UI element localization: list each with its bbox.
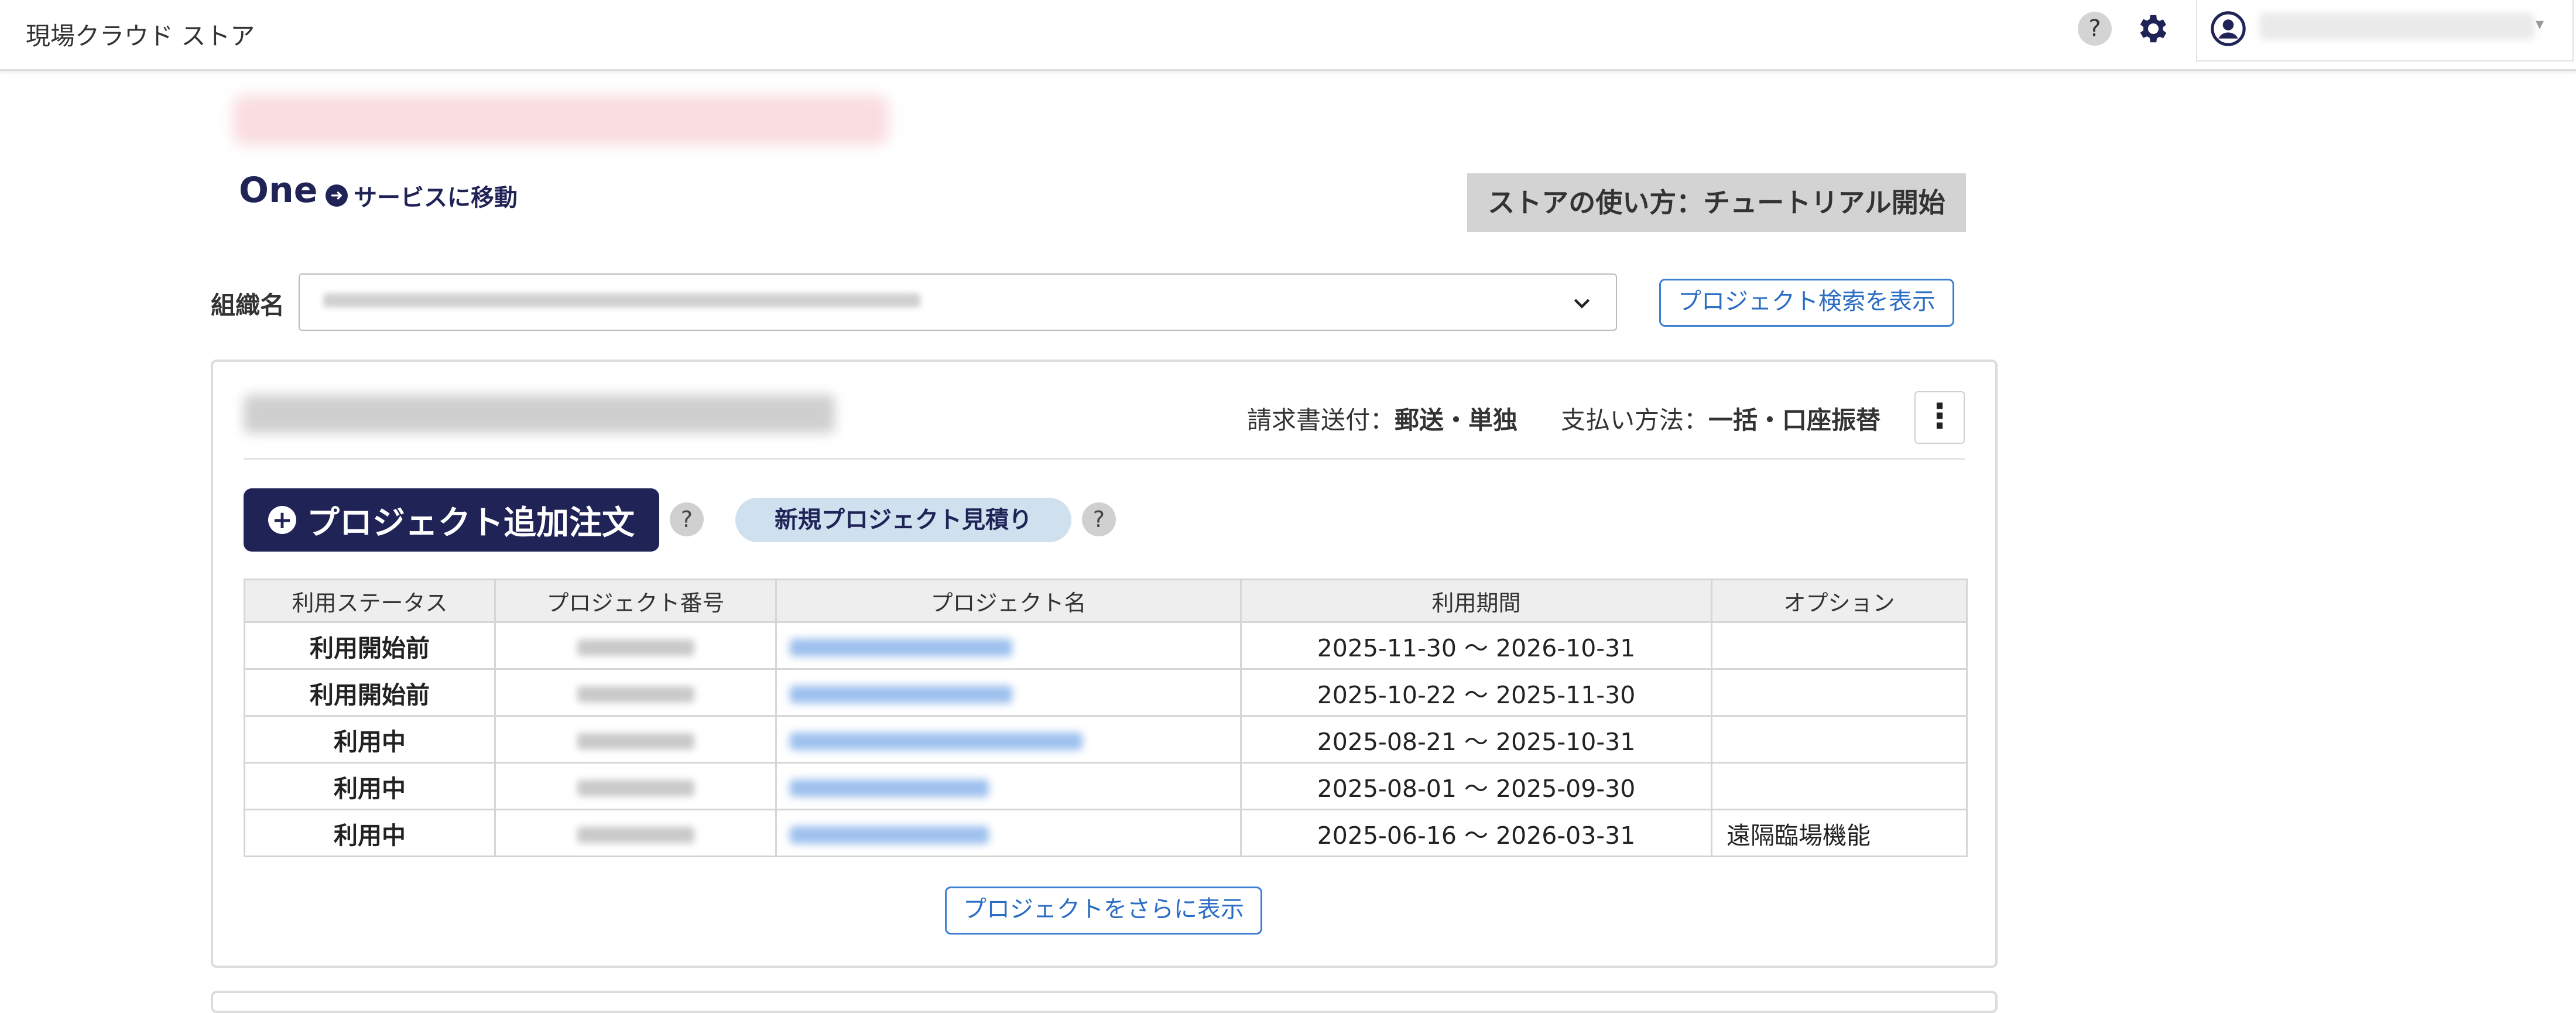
gear-icon[interactable] <box>2135 11 2171 47</box>
status-cell: 利用中 <box>244 762 496 810</box>
redacted-link <box>790 826 989 844</box>
column-header-option: オプション <box>1711 579 1968 623</box>
project-name-link[interactable] <box>775 715 1242 764</box>
option-cell <box>1711 668 1968 717</box>
redacted-link <box>790 732 1083 750</box>
org-select[interactable] <box>299 273 1617 331</box>
option-cell <box>1711 762 1968 810</box>
project-number-redacted <box>494 762 777 810</box>
card-title-redacted <box>244 395 835 433</box>
period-cell: 2025-06-16 〜 2026-03-31 <box>1240 809 1712 857</box>
period-cell: 2025-08-01 〜 2025-09-30 <box>1240 762 1712 810</box>
table-row: 利用中 2025-06-16 〜 2026-03-31 遠隔臨場機能 <box>244 809 1968 857</box>
help-icon[interactable]: ? <box>2078 12 2112 46</box>
add-project-order-button[interactable]: + プロジェクト追加注文 <box>244 488 659 552</box>
redacted-value <box>577 686 694 703</box>
next-organization-card <box>211 991 1998 1013</box>
project-search-button[interactable]: プロジェクト検索を表示 <box>1659 279 1954 327</box>
chevron-down-icon: ▾ <box>2536 14 2544 33</box>
period-cell: 2025-08-21 〜 2025-10-31 <box>1240 715 1712 764</box>
service-title: One <box>239 170 318 211</box>
redacted-value <box>577 779 694 796</box>
column-header-project-name: プロジェクト名 <box>775 579 1242 623</box>
table-header-row: 利用ステータス プロジェクト番号 プロジェクト名 利用期間 オプション <box>244 579 1968 623</box>
add-project-order-label: プロジェクト追加注文 <box>307 504 635 542</box>
redacted-value <box>577 733 694 750</box>
payment-info: 支払い方法：一括・口座振替 <box>1561 401 1880 436</box>
project-number-redacted <box>494 668 777 717</box>
redacted-link <box>790 779 989 797</box>
billing-info: 請求書送付：郵送・単独 <box>1247 401 1517 436</box>
column-header-status: 利用ステータス <box>244 579 496 623</box>
project-name-link[interactable] <box>775 762 1242 810</box>
divider <box>244 458 1965 460</box>
arrow-right-circle-icon: ➜ <box>326 184 348 207</box>
billing-label: 請求書送付： <box>1247 406 1395 434</box>
billing-value: 郵送・単独 <box>1395 406 1518 434</box>
table-row: 利用中 2025-08-01 〜 2025-09-30 <box>244 762 1968 810</box>
project-number-redacted <box>494 809 777 857</box>
more-options-button[interactable]: ⋮ <box>1914 391 1965 444</box>
show-more-projects-button[interactable]: プロジェクトをさらに表示 <box>945 887 1262 935</box>
table-row: 利用開始前 2025-10-22 〜 2025-11-30 <box>244 668 1968 717</box>
new-project-estimate-button[interactable]: 新規プロジェクト見積り <box>735 498 1071 542</box>
top-bar: 現場クラウド ストア ? ▾ <box>0 0 2576 71</box>
tutorial-start-button[interactable]: ストアの使い方：チュートリアル開始 <box>1467 173 1966 232</box>
table-row: 利用開始前 2025-11-30 〜 2026-10-31 <box>244 621 1968 670</box>
org-label: 組織名 <box>211 291 285 320</box>
status-cell: 利用中 <box>244 715 496 764</box>
alert-message-redacted <box>233 95 889 145</box>
status-cell: 利用開始前 <box>244 668 496 717</box>
option-cell: 遠隔臨場機能 <box>1711 809 1968 857</box>
kebab-icon: ⋮ <box>1923 396 1957 436</box>
user-name-redacted <box>2259 13 2534 40</box>
organization-card: 請求書送付：郵送・単独 支払い方法：一括・口座振替 ⋮ + プロジェクト追加注文… <box>211 360 1998 968</box>
period-cell: 2025-11-30 〜 2026-10-31 <box>1240 621 1712 670</box>
table-row: 利用中 2025-08-21 〜 2025-10-31 <box>244 715 1968 764</box>
go-to-service-link[interactable]: ➜ サービスに移動 <box>326 179 518 213</box>
project-name-link[interactable] <box>775 668 1242 717</box>
plus-circle-icon: + <box>268 506 296 534</box>
period-cell: 2025-10-22 〜 2025-11-30 <box>1240 668 1712 717</box>
project-table: 利用ステータス プロジェクト番号 プロジェクト名 利用期間 オプション 利用開始… <box>244 579 1968 857</box>
payment-label: 支払い方法： <box>1561 406 1709 434</box>
column-header-project-number: プロジェクト番号 <box>494 579 777 623</box>
project-number-redacted <box>494 621 777 670</box>
user-menu[interactable]: ▾ <box>2196 0 2574 61</box>
option-cell <box>1711 715 1968 764</box>
redacted-value <box>577 639 694 656</box>
redacted-value <box>577 826 694 843</box>
user-circle-icon <box>2210 11 2246 47</box>
option-cell <box>1711 621 1968 670</box>
redacted-link <box>790 638 1012 656</box>
help-icon[interactable]: ? <box>670 502 704 536</box>
column-header-period: 利用期間 <box>1240 579 1712 623</box>
status-cell: 利用中 <box>244 809 496 857</box>
status-cell: 利用開始前 <box>244 621 496 670</box>
payment-value: 一括・口座振替 <box>1708 406 1881 434</box>
project-number-redacted <box>494 715 777 764</box>
project-name-link[interactable] <box>775 621 1242 670</box>
app-title: 現場クラウド ストア <box>26 22 255 50</box>
go-to-service-label: サービスに移動 <box>354 184 518 211</box>
project-name-link[interactable] <box>775 809 1242 857</box>
org-value-redacted <box>323 293 920 307</box>
redacted-link <box>790 685 1012 703</box>
help-icon[interactable]: ? <box>1082 502 1116 536</box>
chevron-down-icon <box>1570 283 1594 321</box>
